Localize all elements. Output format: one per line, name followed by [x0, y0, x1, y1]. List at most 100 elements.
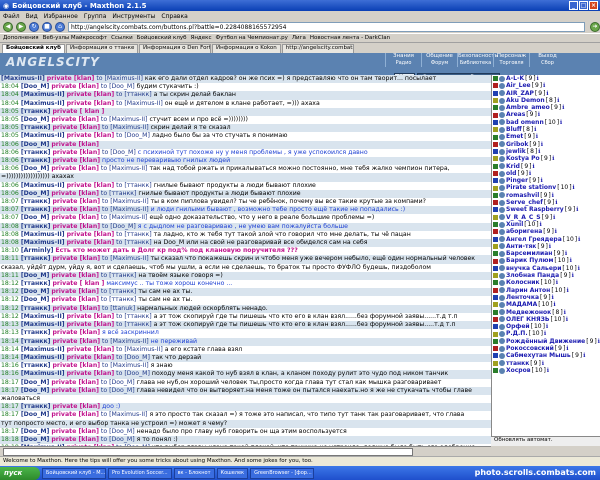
user-name[interactable]: old — [506, 170, 516, 177]
message-author[interactable]: [Doo_M] — [21, 296, 50, 303]
info-icon[interactable]: ℹ — [570, 257, 572, 264]
user-name[interactable]: Pirate stationv — [506, 184, 556, 191]
message-recipient[interactable]: to [Maximus-II] — [116, 346, 163, 353]
info-icon[interactable]: ℹ — [549, 243, 551, 250]
message-recipient[interactable]: to [ттанкк] — [116, 239, 152, 246]
home-button[interactable]: ⌂ — [55, 22, 65, 32]
user-row[interactable]: Злобная Панда[9] ℹ — [492, 272, 600, 279]
menu-item[interactable]: Справка — [161, 13, 187, 20]
info-icon[interactable]: ℹ — [529, 170, 531, 177]
user-name[interactable]: Xunil — [506, 221, 523, 228]
info-icon[interactable]: ℹ — [583, 352, 585, 359]
message-recipient[interactable]: to [Doo_M] — [116, 354, 150, 361]
message-author[interactable]: [ттанкк] — [21, 255, 51, 262]
user-row[interactable]: Ambre_ameo[9] ℹ — [492, 104, 600, 111]
user-name[interactable]: Колосник — [506, 279, 540, 286]
message-recipient[interactable]: to [ттанкк] — [116, 91, 152, 98]
message-author[interactable]: [Doo_M] — [21, 141, 50, 148]
message-author[interactable]: [Maximus-II] — [21, 231, 65, 238]
user-row[interactable]: Анти-тяк[9] ℹ — [492, 243, 600, 250]
info-icon[interactable]: ℹ — [578, 265, 580, 272]
message-recipient[interactable]: to [ттанкк] — [116, 182, 152, 189]
message-recipient[interactable]: to [Doo_M] — [116, 370, 150, 377]
info-icon[interactable]: ℹ — [554, 301, 556, 308]
message-author[interactable]: [Doo_M] — [21, 436, 50, 443]
message-author[interactable]: [ттанкк] — [21, 198, 51, 205]
message-author[interactable]: [ттанкк] — [21, 362, 51, 369]
user-row[interactable]: Kostya Po[9] ℹ — [492, 155, 600, 162]
message-recipient[interactable]: to [ттанкк] — [101, 190, 137, 197]
info-icon[interactable]: ℹ — [532, 163, 534, 170]
user-name[interactable]: jewlik — [506, 148, 526, 155]
user-list[interactable]: A-L-K[9] ℹ Air_Lee[9] ℹ AIR_ZAP[9] ℹ Aku Demon… — [491, 75, 600, 446]
message-recipient[interactable]: to [ттанкк] — [101, 272, 137, 279]
stop-button[interactable]: ■ — [42, 22, 52, 32]
info-icon[interactable]: ℹ — [567, 287, 569, 294]
message-author[interactable]: [Maximus-II] — [21, 239, 65, 246]
menu-item[interactable]: Инструменты — [112, 13, 155, 20]
user-name[interactable]: Медвежонок — [506, 309, 551, 316]
nav-item[interactable]: Персонаж — [493, 53, 529, 60]
message-recipient[interactable]: to [ттанкк] — [101, 296, 137, 303]
user-row[interactable]: ОЛЕГ КНЯЗЬ[10] ℹ — [492, 316, 600, 323]
user-name[interactable]: Барсемилиан — [506, 250, 552, 257]
message-author[interactable]: [Arminly] — [21, 247, 54, 254]
user-row[interactable]: Барсемилиан[9] ℹ — [492, 250, 600, 257]
user-name[interactable]: Kostya Po — [506, 155, 540, 162]
user-name[interactable]: Sweet Raspberry — [506, 206, 564, 213]
message-author[interactable]: [ттанкк] — [21, 338, 51, 345]
subnav-item[interactable]: Библиотека — [457, 60, 493, 67]
message-recipient[interactable]: to [Doo_M] — [101, 387, 135, 394]
user-name[interactable]: Pinger — [506, 177, 528, 184]
info-icon[interactable]: ℹ — [552, 155, 554, 162]
message-author[interactable]: [Maximus-II] — [21, 354, 65, 361]
message-author[interactable]: [ттанкк] — [21, 305, 51, 312]
user-name[interactable]: Сабмехутан Мышь — [506, 352, 571, 359]
message-recipient[interactable]: to [ттанкк] — [116, 313, 152, 320]
taskbar-item[interactable]: Бойцовский клуб - M... — [42, 467, 106, 479]
user-name[interactable]: Aku Demon — [506, 97, 545, 104]
user-name[interactable]: Орфей — [506, 323, 530, 330]
taskbar-item[interactable]: вк - Блокнот — [173, 467, 215, 479]
message-recipient[interactable]: to [Maximus-II] — [102, 338, 149, 345]
message-author[interactable]: [Maximus-II] — [21, 346, 65, 353]
user-row[interactable]: Ленточка[9] ℹ — [492, 294, 600, 301]
back-button[interactable]: ◀ — [3, 22, 13, 32]
message-author[interactable]: [Doo_M] — [21, 387, 50, 394]
user-row[interactable]: МАДАМА[10] ℹ — [492, 301, 600, 308]
message-recipient[interactable]: to [Doo_M] — [101, 436, 135, 443]
message-author[interactable]: [Maximus-II] — [21, 313, 65, 320]
user-name[interactable]: МАДАМА — [506, 301, 537, 308]
user-name[interactable]: A-L-K — [506, 75, 524, 82]
user-row[interactable]: внучка Сальери[10] ℹ — [492, 265, 600, 272]
link-item[interactable]: Яндекс — [191, 35, 212, 41]
user-name[interactable]: внучка Сальери — [506, 265, 561, 272]
message-author[interactable]: [ттанкк] — [21, 223, 51, 230]
user-row[interactable]: Медвежонок[8] ℹ — [492, 309, 600, 316]
message-recipient[interactable]: to [Maximus-II] — [101, 165, 148, 172]
user-name[interactable]: Рокоссовский — [506, 345, 554, 352]
user-row[interactable]: Хосров[10] ℹ — [492, 367, 600, 374]
message-author[interactable]: [Doo_M] — [21, 83, 50, 90]
message-recipient[interactable]: to [Doo_M] — [101, 379, 135, 386]
user-row[interactable]: A-L-K[9] ℹ — [492, 75, 600, 82]
message-author[interactable]: [Doo_M] — [21, 379, 50, 386]
info-icon[interactable]: ℹ — [572, 272, 574, 279]
user-name[interactable]: V_R_A_C_S — [506, 214, 541, 221]
user-name[interactable]: Барик Пулюм — [506, 257, 553, 264]
message-author[interactable]: [Maximus-II] — [21, 370, 65, 377]
message-author[interactable]: [Maximus-II] — [21, 132, 65, 139]
user-row[interactable]: Ларин Антон[10] ℹ — [492, 287, 600, 294]
nav-item[interactable]: Общение — [421, 53, 457, 60]
taskbar-item[interactable]: GreenBrowser - [фор... — [250, 467, 315, 479]
message-recipient[interactable]: to [ттанкк] — [101, 288, 137, 295]
info-icon[interactable]: ℹ — [556, 279, 558, 286]
user-name[interactable]: Ленточка — [506, 294, 539, 301]
info-icon[interactable]: ℹ — [578, 236, 580, 243]
user-row[interactable]: Колосник[10] ℹ — [492, 279, 600, 286]
link-item[interactable]: Новостная лента - DarkClan — [310, 35, 390, 41]
info-icon[interactable]: ℹ — [541, 177, 543, 184]
user-row[interactable]: Орфей[10] ℹ — [492, 323, 600, 330]
forward-button[interactable]: ▶ — [16, 22, 26, 32]
message-author[interactable]: [Doo_M] — [21, 428, 50, 435]
